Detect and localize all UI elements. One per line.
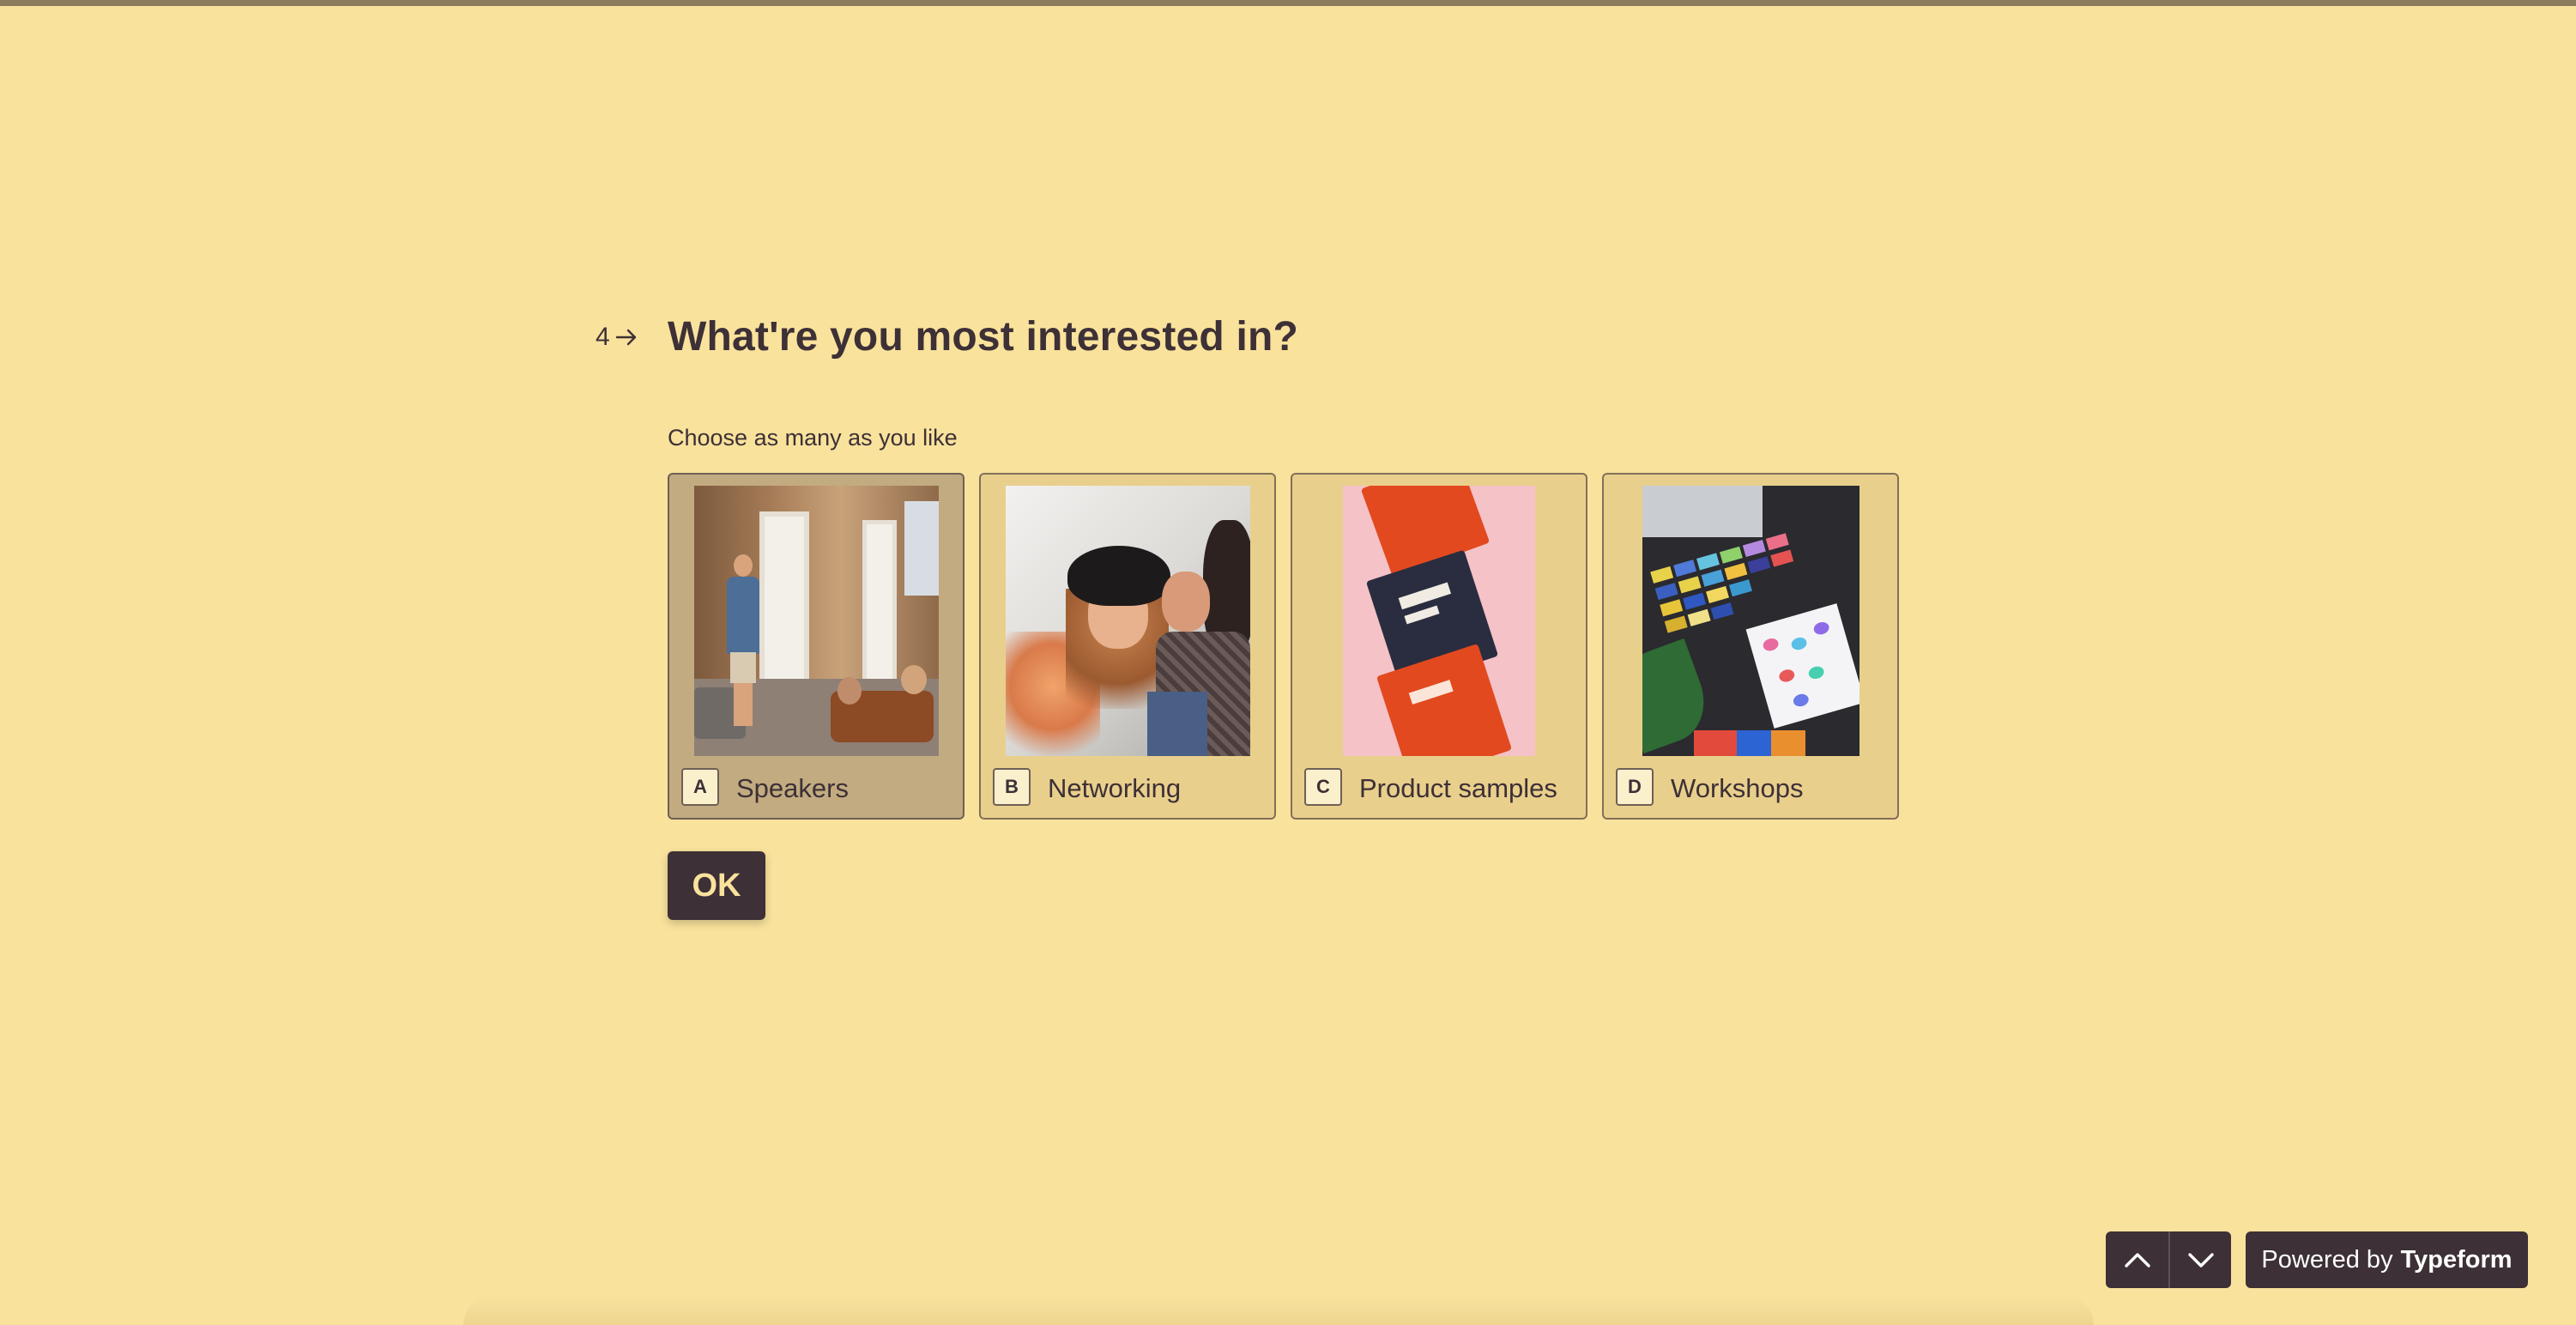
choice-networking[interactable]: B Networking [979,473,1276,820]
choice-label: Product samples [1359,773,1557,803]
chevron-up-icon [2124,1253,2150,1268]
networking-image [1005,486,1250,756]
bottom-shadow [463,1296,2094,1325]
choice-key: B [993,768,1031,806]
question-description: Choose as many as you like [668,425,958,451]
choice-list: A Speakers B Networking C Product sample… [668,473,1899,820]
previous-question-button[interactable] [2106,1231,2168,1288]
next-question-button[interactable] [2168,1231,2231,1288]
ok-button[interactable]: OK [668,851,765,920]
question-number-text: 4 [596,323,610,351]
choice-label: Speakers [736,773,849,803]
choice-workshops[interactable]: D Workshops [1602,473,1899,820]
speakers-image [693,486,939,756]
navigation-controls [2106,1231,2231,1288]
choice-label: Networking [1048,773,1182,803]
question-title: What're you most interested in? [668,314,1299,360]
arrow-right-icon [615,329,636,346]
product-samples-image [1343,486,1535,756]
progress-bar [0,0,2576,6]
powered-by-typeform-link[interactable]: Powered by Typeform [2246,1231,2528,1288]
choice-key: A [681,768,719,806]
choice-key: C [1304,768,1342,806]
question-number: 4 [596,323,639,352]
choice-label: Workshops [1671,773,1804,803]
powered-by-prefix: Powered by [2261,1245,2393,1274]
chevron-down-icon [2187,1253,2214,1268]
choice-product-samples[interactable]: C Product samples [1291,473,1587,820]
powered-by-brand: Typeform [2400,1245,2513,1274]
choice-speakers[interactable]: A Speakers [668,473,964,820]
workshops-image [1642,486,1859,756]
choice-key: D [1616,768,1654,806]
